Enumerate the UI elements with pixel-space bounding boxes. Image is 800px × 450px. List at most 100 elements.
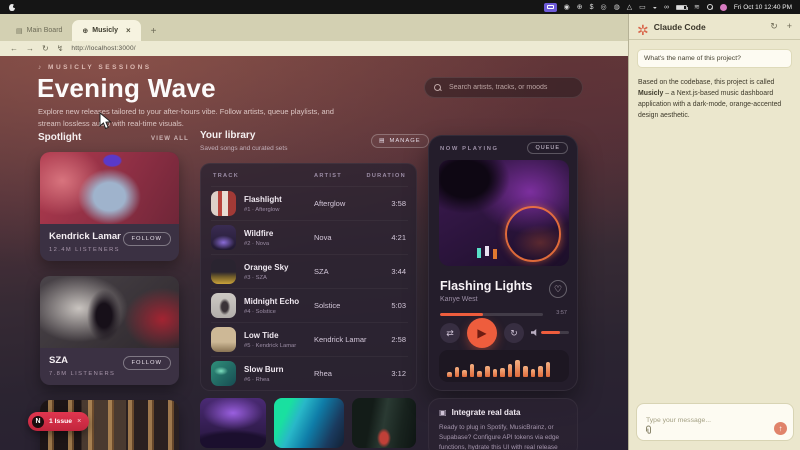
volume-slider[interactable]: [541, 331, 569, 334]
track-duration: 2:58: [391, 335, 406, 344]
screen-share-icon[interactable]: [544, 3, 557, 12]
track-artist: Solstice: [314, 301, 340, 310]
status-icon[interactable]: △: [627, 4, 632, 11]
queue-button[interactable]: QUEUE: [527, 142, 568, 154]
artist-card[interactable]: SZA 7.8M LISTENERS FOLLOW: [40, 276, 179, 385]
tab-main-board[interactable]: ▤ Main Board: [6, 20, 72, 41]
album-art: [211, 293, 236, 318]
status-icon[interactable]: ◍: [614, 4, 620, 11]
forward-icon[interactable]: →: [26, 44, 34, 53]
musicly-page: ♪ MUSICLY SESSIONS Evening Wave Explore …: [0, 56, 628, 450]
tab-close-icon[interactable]: ×: [126, 26, 131, 35]
user-avatar-icon[interactable]: [720, 4, 727, 11]
track-artist: Kendrick Lamar: [314, 335, 367, 344]
table-row[interactable]: Flashlight#1 · Afterglow Afterglow 3:58: [211, 186, 408, 220]
track-meta: #6 · Rhea: [244, 377, 284, 383]
new-tab-button[interactable]: +: [151, 26, 157, 37]
playlist-thumbnail[interactable]: [352, 398, 416, 448]
new-chat-icon[interactable]: +: [787, 21, 792, 32]
table-row[interactable]: Orange Sky#3 · SZA SZA 3:44: [211, 254, 408, 288]
album-art: [211, 327, 236, 352]
tab-label: Main Board: [27, 27, 63, 34]
user-message: What's the name of this project?: [637, 49, 792, 68]
artist-card[interactable]: Kendrick Lamar 12.4M LISTENERS FOLLOW: [40, 152, 179, 261]
status-icon[interactable]: ▭: [639, 4, 646, 11]
browser-window: ▤ Main Board ⊕ Musicly × + ← → ↻ ↯ http:…: [0, 14, 628, 450]
track-time: 3:57: [556, 310, 567, 316]
repeat-button[interactable]: ↻: [504, 323, 524, 343]
database-icon: ▣: [439, 408, 447, 417]
wifi-icon[interactable]: ≋: [694, 4, 700, 11]
track-duration: 3:44: [391, 267, 406, 276]
tab-musicly[interactable]: ⊕ Musicly ×: [72, 20, 140, 41]
track-artist: SZA: [314, 267, 329, 276]
globe-icon: ⊕: [82, 27, 88, 35]
progress-bar[interactable]: [440, 313, 543, 316]
view-all-link[interactable]: VIEW ALL: [151, 136, 189, 142]
table-row[interactable]: Wildfire #2 · Nova Nova 4:21: [211, 220, 408, 254]
history-icon[interactable]: ↻: [770, 21, 778, 32]
library-heading: Your library: [200, 130, 255, 141]
status-icon[interactable]: ◎: [600, 4, 606, 11]
now-playing-track: Flashing Lights: [440, 279, 532, 293]
close-icon[interactable]: ×: [77, 418, 81, 425]
volume-icon[interactable]: [531, 329, 538, 336]
track-duration: 3:12: [391, 369, 406, 378]
apple-logo-icon[interactable]: [9, 4, 15, 11]
album-art: [211, 191, 236, 216]
manage-button[interactable]: ▤ MANAGE: [371, 134, 429, 148]
now-playing-panel: NOW PLAYING QUEUE Flashing Lights ♡ Kany…: [428, 135, 578, 391]
playlist-thumbnail[interactable]: [274, 398, 344, 448]
status-icon[interactable]: ◒: [653, 4, 657, 11]
track-title: Wildfire: [244, 229, 273, 238]
spotlight-heading: Spotlight: [38, 132, 81, 143]
tab-label: Musicly: [92, 27, 118, 34]
back-icon[interactable]: ←: [10, 44, 18, 53]
address-bar[interactable]: http://localhost:3000/: [71, 45, 135, 52]
browser-toolbar: ← → ↻ ↯ http://localhost:3000/: [0, 41, 628, 56]
track-artist: Afterglow: [314, 199, 345, 208]
status-icon[interactable]: ⊕: [577, 4, 583, 11]
track-duration: 5:03: [391, 301, 406, 310]
assistant-response: Based on the codebase, this project is c…: [638, 77, 791, 121]
artist-photo: [40, 276, 179, 348]
devtools-icon[interactable]: ↯: [57, 44, 64, 53]
status-icon[interactable]: ∞: [664, 4, 669, 11]
nextjs-logo-icon: N: [32, 416, 44, 428]
nextjs-issue-badge[interactable]: N 1 Issue ×: [28, 412, 89, 431]
library-table: TRACK ARTIST DURATION Flashlight#1 · Aft…: [200, 163, 417, 391]
play-button[interactable]: ▶: [467, 318, 497, 348]
reload-icon[interactable]: ↻: [42, 44, 49, 53]
column-header-artist: ARTIST: [314, 173, 342, 179]
message-composer[interactable]: ↑: [636, 403, 794, 441]
follow-button[interactable]: FOLLOW: [123, 356, 171, 370]
table-row[interactable]: Low Tide#5 · Kendrick Lamar Kendrick Lam…: [211, 322, 408, 356]
send-button[interactable]: ↑: [774, 422, 787, 435]
spotlight-search-icon[interactable]: [707, 4, 713, 10]
page-title: Evening Wave: [37, 73, 216, 104]
track-duration: 4:21: [391, 233, 406, 242]
like-button[interactable]: ♡: [549, 280, 567, 298]
status-icon[interactable]: $: [590, 4, 594, 11]
table-row[interactable]: Midnight Echo#4 · Solstice Solstice 5:03: [211, 288, 408, 322]
attach-icon[interactable]: [644, 425, 653, 435]
search-input[interactable]: [447, 83, 573, 92]
track-meta: #3 · SZA: [244, 275, 288, 281]
track-artist: Nova: [314, 233, 332, 242]
search-box[interactable]: [424, 77, 583, 98]
follow-button[interactable]: FOLLOW: [123, 232, 171, 246]
battery-icon[interactable]: [676, 5, 687, 10]
message-input[interactable]: [644, 416, 786, 425]
table-row[interactable]: Slow Burn#6 · Rhea Rhea 3:12: [211, 356, 408, 390]
track-meta: #2 · Nova: [244, 241, 273, 247]
library-subtitle: Saved songs and curated sets: [200, 145, 287, 152]
manage-label: MANAGE: [389, 138, 420, 144]
album-art: [211, 225, 236, 250]
status-icon[interactable]: ◉: [564, 4, 570, 11]
shuffle-button[interactable]: ⇄: [440, 323, 460, 343]
repeat-icon: ↻: [510, 328, 518, 339]
mouse-cursor: [98, 112, 113, 131]
menubar-clock[interactable]: Fri Oct 10 12:40 PM: [734, 4, 792, 11]
playlist-thumbnail[interactable]: [200, 398, 266, 448]
send-icon: ↑: [779, 424, 783, 433]
